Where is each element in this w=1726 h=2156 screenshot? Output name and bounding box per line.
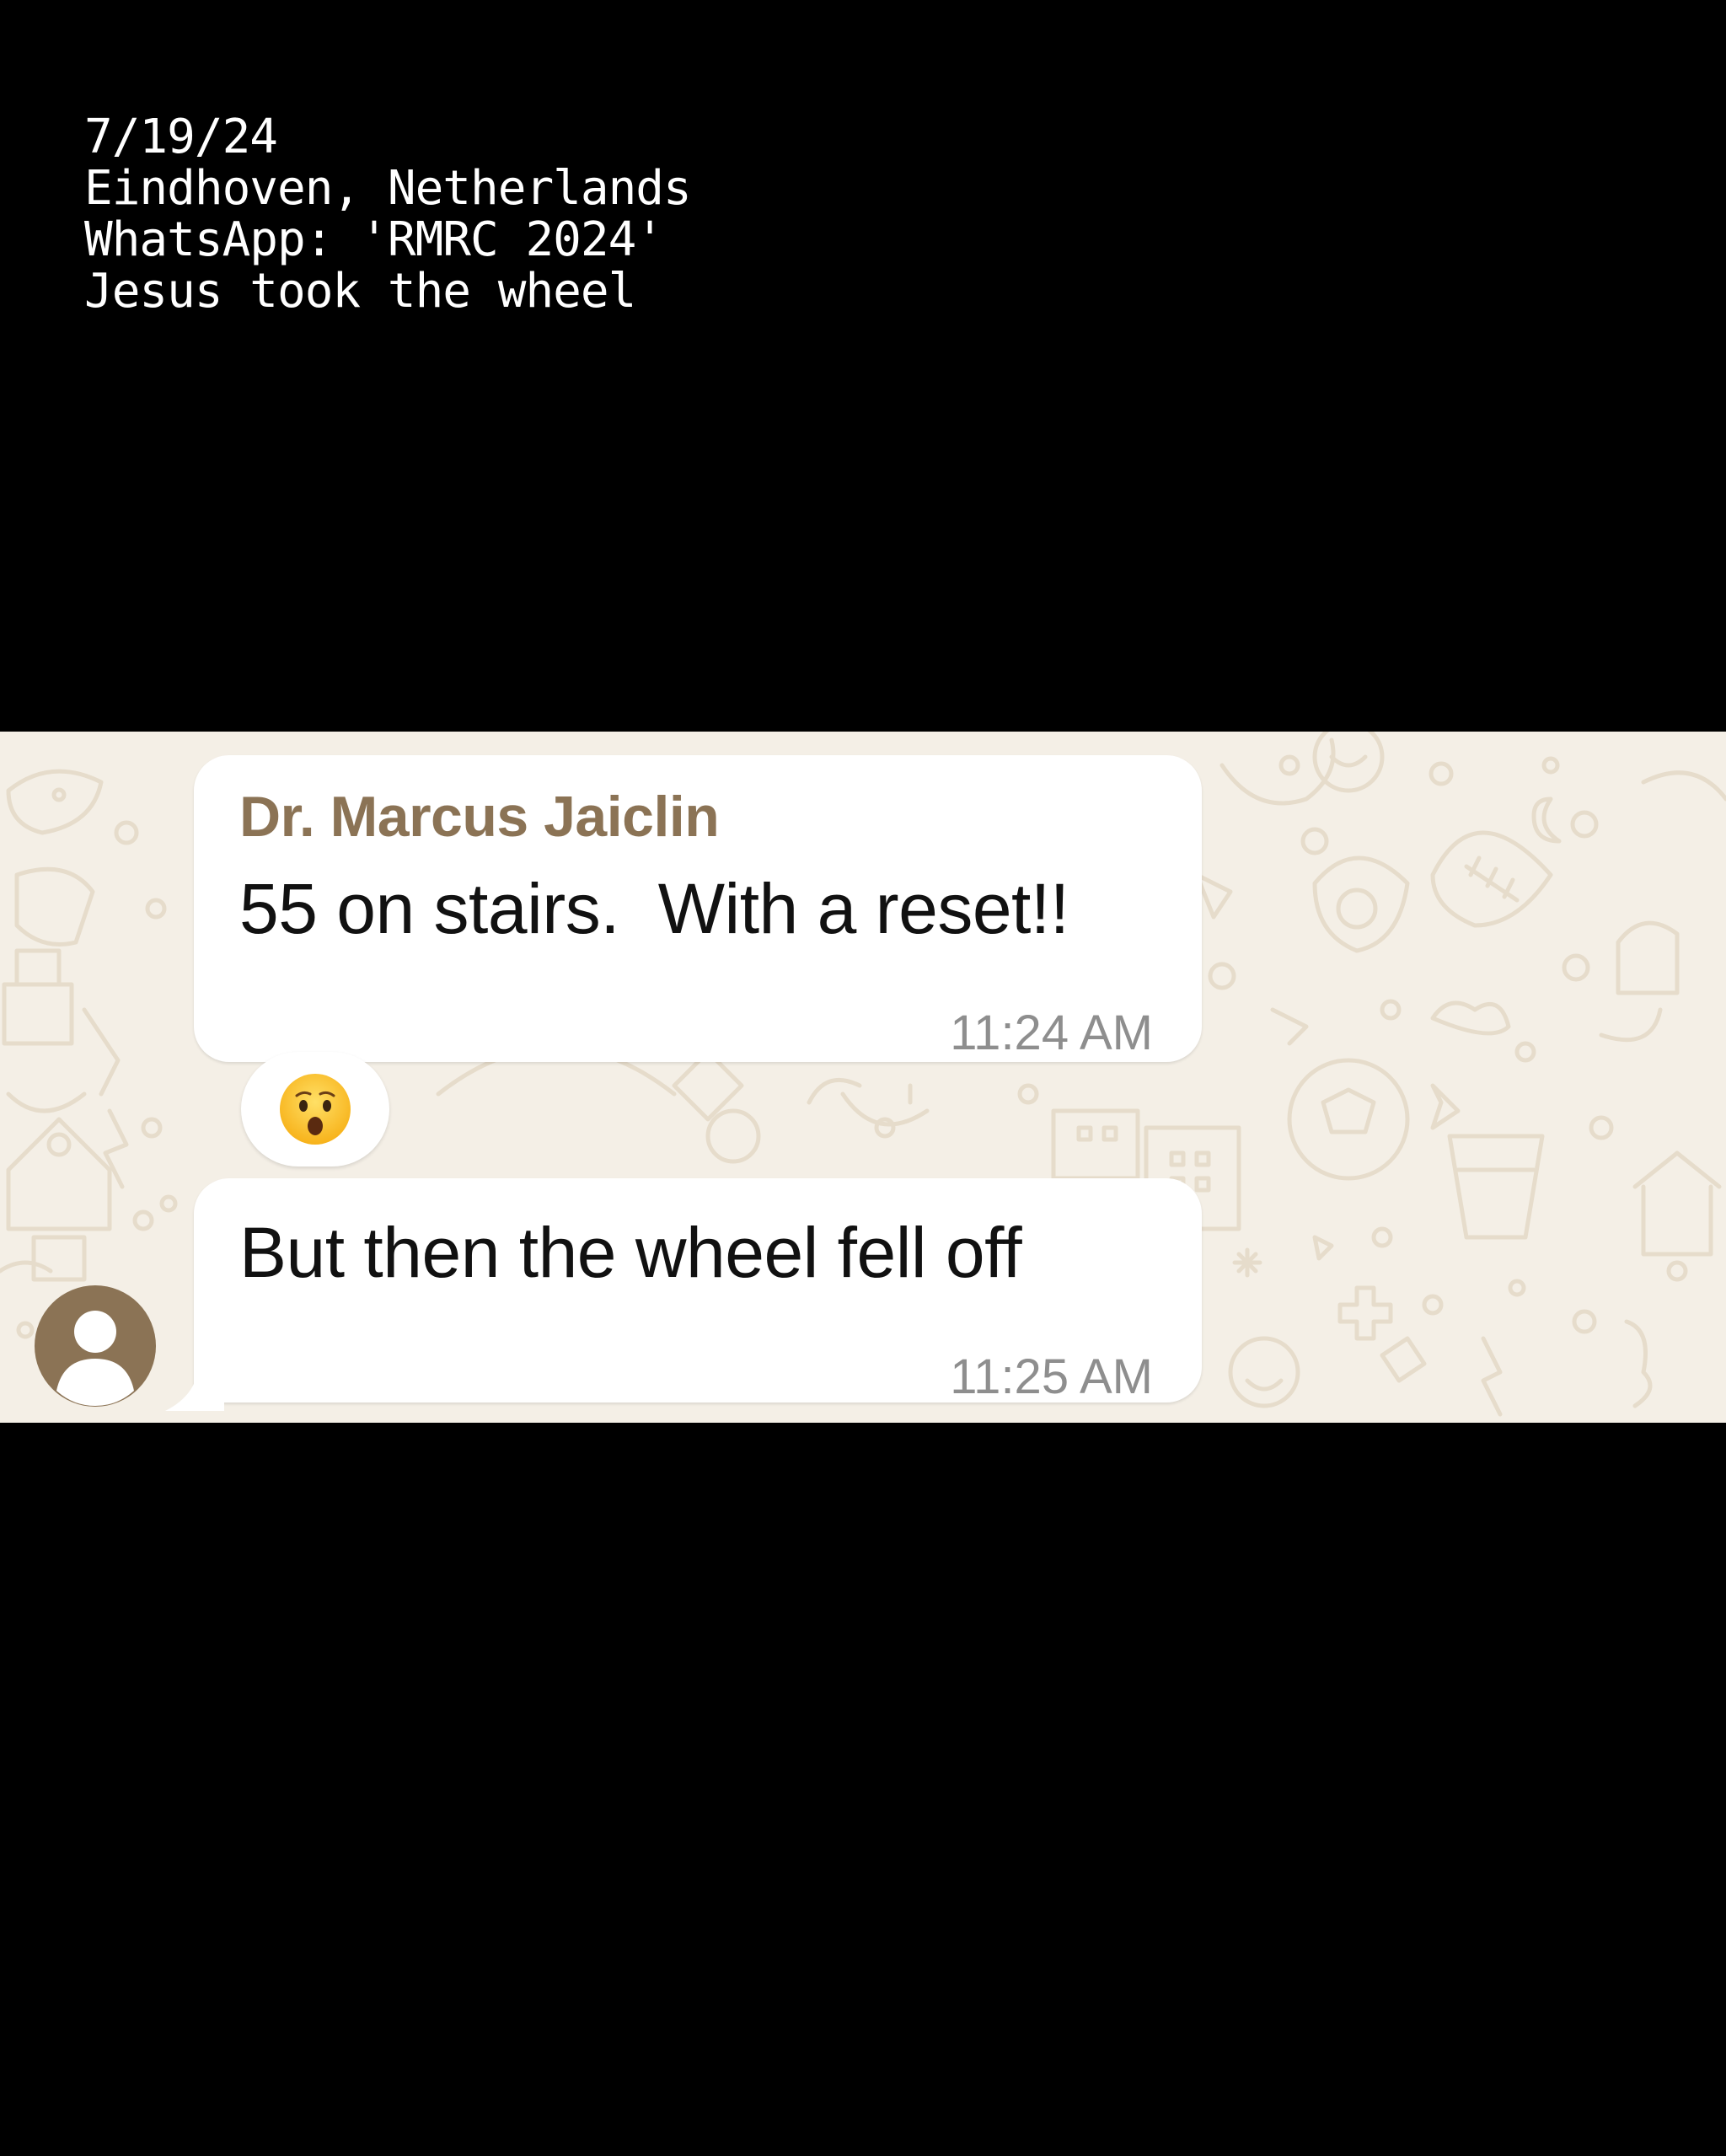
- bubble-tail: [165, 1360, 224, 1411]
- default-person-avatar-icon[interactable]: [34, 1284, 157, 1408]
- message-timestamp: 11:24 AM: [950, 1006, 1153, 1060]
- message-bubble-incoming[interactable]: Dr. Marcus Jaiclin 55 on stairs. With a …: [194, 755, 1202, 1062]
- message-text: But then the wheel fell off: [239, 1213, 1022, 1292]
- message-timestamp: 11:25 AM: [950, 1349, 1153, 1404]
- sender-name[interactable]: Dr. Marcus Jaiclin: [239, 784, 720, 850]
- chat-area[interactable]: Dr. Marcus Jaiclin 55 on stairs. With a …: [0, 732, 1726, 1423]
- message-reaction[interactable]: [241, 1052, 389, 1166]
- caption-overlay: 7/19/24 Eindhoven, Netherlands WhatsApp:…: [84, 110, 692, 319]
- screenshot: 7/19/24 Eindhoven, Netherlands WhatsApp:…: [0, 0, 1726, 2156]
- astonished-face-emoji-icon: [280, 1074, 351, 1145]
- message-bubble-incoming[interactable]: But then the wheel fell off 11:25 AM: [194, 1178, 1202, 1404]
- caption-title: Jesus took the wheel: [84, 264, 636, 319]
- caption-date: 7/19/24: [84, 110, 278, 164]
- message-text: 55 on stairs. With a reset!!: [239, 869, 1069, 948]
- caption-source: WhatsApp: 'RMRC 2024': [84, 212, 664, 267]
- caption-location: Eindhoven, Netherlands: [84, 161, 692, 216]
